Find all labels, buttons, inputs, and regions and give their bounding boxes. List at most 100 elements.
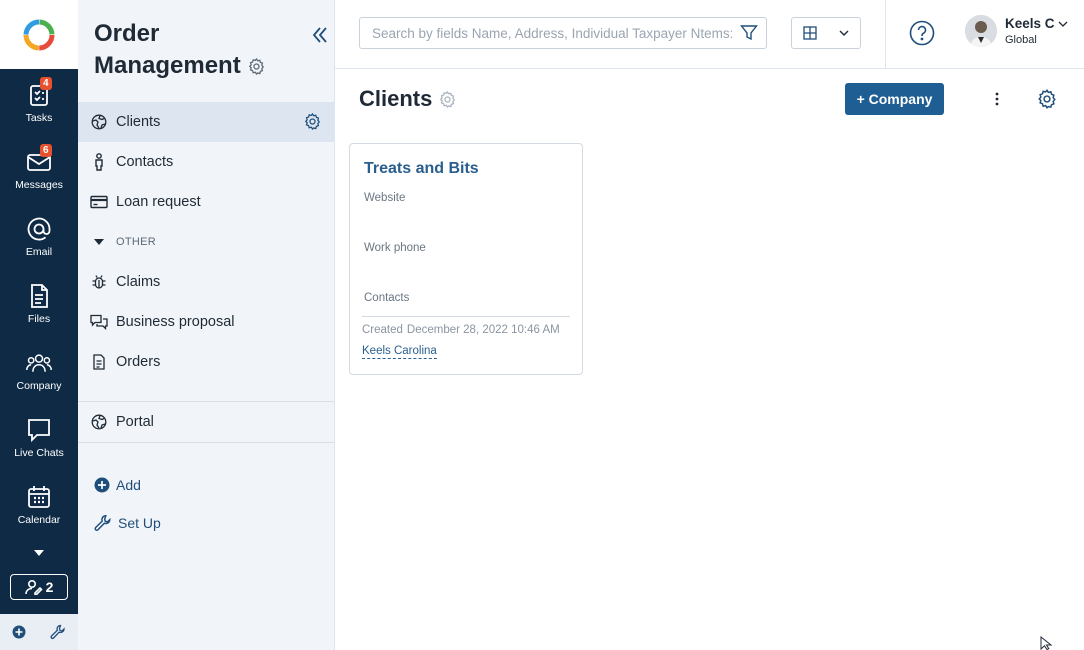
rail-label: Email — [25, 246, 53, 258]
created-info: Created December 28, 2022 10:46 AM — [362, 324, 560, 336]
field-contacts-label: Contacts — [364, 292, 410, 304]
add-company-button[interactable]: + Company — [845, 83, 944, 115]
question-circle-icon — [909, 20, 935, 46]
field-work-phone-label: Work phone — [364, 242, 426, 254]
setup-button[interactable]: Set Up — [94, 504, 161, 542]
sidebar-item-label: Claims — [116, 274, 161, 290]
topbar: Keels C Global — [335, 0, 1084, 69]
sidebar-item-label: Contacts — [116, 154, 174, 170]
client-card[interactable]: Treats and Bits Website Work phone Conta… — [349, 143, 583, 375]
sidebar-item-label: Business proposal — [116, 314, 235, 330]
sidebar-item-business-proposal[interactable]: Business proposal — [78, 302, 334, 342]
sidebar-item-label: Orders — [116, 354, 161, 370]
credit-card-icon — [90, 195, 108, 209]
sidebar-item-orders[interactable]: Orders — [78, 342, 334, 382]
rail-item-files[interactable]: Files — [0, 270, 78, 337]
sidebar-item-contacts[interactable]: Contacts — [78, 142, 334, 182]
globe-icon — [91, 114, 107, 130]
person-icon — [95, 153, 103, 171]
rail-more-button[interactable] — [0, 538, 78, 568]
user-scope: Global — [1005, 34, 1037, 46]
mouse-cursor-icon — [1040, 636, 1053, 650]
file-icon — [31, 284, 48, 308]
sidebar-portal: Portal — [78, 402, 334, 442]
caret-down-icon — [94, 239, 104, 245]
page-title: Order Management — [94, 18, 266, 82]
tasks-badge: 4 — [40, 77, 52, 90]
rail-label: Calendar — [17, 514, 61, 526]
divider — [78, 442, 334, 443]
chevron-down-icon — [1058, 21, 1067, 27]
sidebar-item-claims[interactable]: Claims — [78, 262, 334, 302]
invite-users-button[interactable]: 2 — [10, 574, 68, 600]
double-chevron-left-icon — [312, 27, 327, 43]
sidebar-item-clients[interactable]: Clients — [78, 102, 334, 142]
add-section-button[interactable]: Add — [94, 466, 161, 504]
user-avatar-icon — [965, 15, 997, 47]
rail-item-email[interactable]: Email — [0, 203, 78, 270]
rail-item-messages[interactable]: 6 Messages — [0, 136, 78, 203]
gear-icon — [1038, 89, 1056, 109]
section-title: Clients — [359, 86, 457, 112]
title-line-1: Order — [94, 20, 160, 47]
grid-icon — [803, 26, 817, 40]
app-rail: 4 Tasks 6 Messages Email Files Company L… — [0, 0, 78, 650]
at-sign-icon — [27, 217, 51, 241]
rail-item-company[interactable]: Company — [0, 337, 78, 404]
gear-icon[interactable] — [247, 57, 266, 76]
rail-item-calendar[interactable]: Calendar — [0, 471, 78, 538]
owner-link[interactable]: Keels Carolina — [362, 345, 437, 359]
setup-label: Set Up — [118, 515, 161, 531]
people-icon — [26, 354, 52, 372]
sidebar-item-portal[interactable]: Portal — [78, 402, 334, 442]
collapse-sidebar-button[interactable] — [309, 24, 331, 46]
view-mode-select[interactable] — [791, 17, 861, 49]
bug-icon — [92, 275, 106, 289]
section-title-text: Clients — [359, 86, 433, 111]
users-count: 2 — [45, 579, 54, 595]
filter-icon[interactable] — [740, 24, 758, 42]
kebab-icon — [995, 92, 999, 106]
user-menu[interactable]: Keels C Global — [965, 15, 1068, 47]
rail-bottom-bar — [0, 614, 78, 650]
client-card-title[interactable]: Treats and Bits — [364, 160, 479, 178]
app-logo[interactable] — [0, 0, 78, 69]
sidebar-item-label: Loan request — [116, 194, 201, 210]
title-line-2: Management — [94, 52, 241, 79]
chevron-down-icon — [839, 30, 849, 36]
plus-circle-icon[interactable] — [12, 625, 26, 639]
more-options-button[interactable] — [990, 88, 1004, 110]
sidebar-item-label: Clients — [116, 114, 161, 130]
sidebar-actions: Add Set Up — [94, 466, 161, 542]
rail-label: Tasks — [25, 112, 53, 124]
gear-icon[interactable] — [303, 112, 322, 131]
rail-label: Company — [16, 380, 62, 392]
sidebar-nav: Clients Contacts Loan request OTHER Clai… — [78, 102, 334, 382]
divider — [362, 316, 570, 317]
chat-icon — [28, 419, 50, 443]
document-icon — [93, 354, 105, 370]
rail-item-live-chats[interactable]: Live Chats — [0, 404, 78, 471]
sidebar-item-loan-request[interactable]: Loan request — [78, 182, 334, 222]
search-input[interactable] — [372, 19, 732, 47]
add-label: Add — [116, 477, 141, 493]
user-name: Keels C — [1005, 16, 1055, 31]
sidebar-group-other[interactable]: OTHER — [78, 222, 334, 262]
rail-label: Live Chats — [14, 447, 64, 459]
rail-item-tasks[interactable]: 4 Tasks — [0, 69, 78, 136]
help-button[interactable] — [909, 20, 935, 51]
plus-circle-icon — [94, 477, 110, 493]
gear-icon[interactable] — [438, 90, 457, 109]
created-label: Created — [362, 324, 403, 336]
wrench-icon[interactable] — [50, 624, 66, 640]
globe-icon — [91, 414, 107, 430]
comments-icon — [90, 314, 108, 330]
avatar — [965, 15, 997, 47]
search-box — [359, 17, 767, 49]
list-settings-button[interactable] — [1036, 88, 1058, 115]
rail-label: Files — [27, 313, 51, 325]
caret-down-icon — [34, 550, 44, 556]
rail-label: Messages — [15, 179, 63, 191]
sidebar-item-label: Portal — [116, 414, 154, 430]
user-edit-icon — [24, 579, 43, 595]
